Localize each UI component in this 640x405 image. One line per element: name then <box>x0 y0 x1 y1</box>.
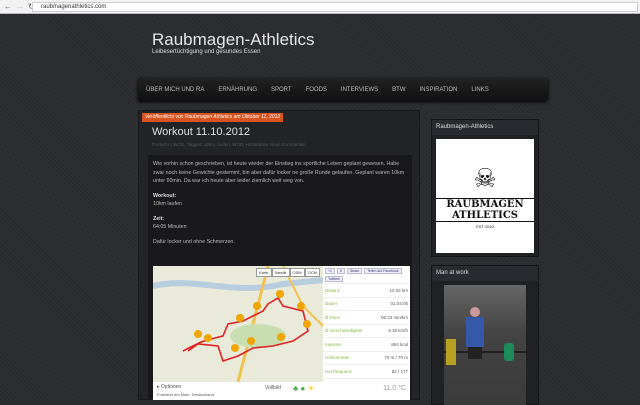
post-title[interactable]: Workout 11.10.2012 <box>152 126 250 138</box>
fullscreen-button[interactable]: Vollbild <box>265 385 281 391</box>
twitter-button[interactable]: Twittern <box>325 276 344 282</box>
workout-value: 10km laufen <box>153 201 182 207</box>
map-footer: ▸ Optionen Vollbild ♣ ● ☀ 11.0 °C Frankf… <box>153 382 410 400</box>
time-label: Zeit: <box>153 215 165 222</box>
route-map[interactable] <box>152 265 324 383</box>
stat-value: 06:23 min/km <box>380 314 408 320</box>
route-stats: +1 0 Share Teilen auf Facebook Twittern … <box>323 266 410 382</box>
deadlift-photo[interactable] <box>444 285 526 405</box>
sun-icon: ☀ <box>307 384 315 393</box>
logo-est: EST 2010 <box>476 224 494 229</box>
location: Frankfurt am Main, Deutschland <box>157 392 214 397</box>
map-drawing <box>152 265 324 383</box>
stat-row: Ø Geschwindigkeit 9.38 km/h <box>323 325 410 338</box>
tab-karte[interactable]: Karte <box>255 268 272 277</box>
logo-text: RAUBMAGEN ATHLETICS <box>436 198 534 222</box>
linkedin-share-button[interactable]: Share <box>346 268 363 274</box>
stat-row: Kalorien 864 kcal <box>323 338 410 352</box>
stat-value: 82 / 177 <box>391 368 408 374</box>
stat-value: 01:04:05 <box>390 301 408 307</box>
stat-row: Herzfrequenz 82 / 177 <box>323 365 410 379</box>
nav-item-ernaehrung[interactable]: ERNÄHRUNG <box>218 87 257 93</box>
time-value: 64:05 Minuten <box>153 224 187 230</box>
options-toggle[interactable]: ▸ Optionen <box>157 384 181 390</box>
forward-icon[interactable]: → <box>16 2 24 11</box>
raubmagen-logo[interactable]: ☠ RAUBMAGEN ATHLETICS EST 2010 <box>436 139 534 253</box>
stat-value: 9.38 km/h <box>388 328 408 334</box>
nav-item-ueber-mich[interactable]: ÜBER MICH UND RA <box>146 87 204 93</box>
sidebar-widget-logo: Raubmagen-Athletics ☠ RAUBMAGEN ATHLETIC… <box>431 119 539 257</box>
options-label: Optionen <box>160 384 182 390</box>
social-buttons: +1 0 Share Teilen auf Facebook Twittern <box>323 266 410 284</box>
nav-item-links[interactable]: LINKS <box>471 87 488 93</box>
facebook-share-button[interactable]: Teilen auf Facebook <box>364 268 402 274</box>
browser-toolbar: ← → ↻ raubmagenathletics.com <box>0 0 640 14</box>
back-icon[interactable]: ← <box>4 2 12 11</box>
stat-label: Ø Geschwindigkeit <box>325 328 363 334</box>
sidebar-widget-photo: Man at work <box>431 265 539 405</box>
address-bar[interactable]: raubmagenathletics.com <box>32 2 638 12</box>
nav-item-btw[interactable]: BTW <box>392 87 405 93</box>
stat-row: Distanz 10.02 km <box>323 284 410 298</box>
nav-item-inspiration[interactable]: INSPIRATION <box>420 87 458 93</box>
post-ribbon: Veröffentlicht von Raubmagen Athletics a… <box>142 113 284 122</box>
nav-item-sport[interactable]: SPORT <box>271 87 292 93</box>
temperature: 11.0 °C <box>383 385 406 392</box>
gplus-count: 0 <box>337 268 345 274</box>
site-tagline: Leibesertüchtigung und gesundes Essen <box>152 49 261 55</box>
tab-osm[interactable]: OSM <box>289 268 305 277</box>
main-nav: ÜBER MICH UND RA ERNÄHRUNG SPORT FOODS I… <box>138 78 548 101</box>
post-intro: Wie vorhin schon geschrieben, ist heute … <box>153 161 405 184</box>
stat-value: 10.02 km <box>389 287 408 293</box>
stat-label: Höhenmeter <box>325 355 350 361</box>
map-type-tabs: Karte Satellit OSM OCM <box>255 268 320 277</box>
stat-row: Dauer 01:04:05 <box>323 298 410 311</box>
tab-satellit[interactable]: Satellit <box>271 268 290 277</box>
activity-icons: ♣ ● ☀ <box>293 384 315 393</box>
widget-title: Man at work <box>432 266 538 281</box>
nav-item-interviews[interactable]: INTERVIEWS <box>341 87 378 93</box>
skull-kettlebell-icon: ☠ <box>473 163 497 193</box>
stat-row: Höhenmeter 70 m / 70 m <box>323 352 410 365</box>
stat-label: Kalorien <box>325 341 342 347</box>
stat-label: Ø Pace <box>325 314 341 320</box>
site-title[interactable]: Raubmagen-Athletics <box>152 30 315 50</box>
post-outro: Dafür locker und ohne Schmerzen. <box>153 238 235 245</box>
stat-value: 70 m / 70 m <box>384 355 408 361</box>
stat-value: 864 kcal <box>391 341 408 347</box>
post-meta: Posted in: WOD. Tagged: 10km, laufen, WO… <box>152 142 305 147</box>
stat-row: Ø Pace 06:23 min/km <box>323 311 410 325</box>
tab-ocm[interactable]: OCM <box>304 268 320 277</box>
workout-label: Workout: <box>153 192 177 199</box>
stat-label: Dauer <box>325 301 338 307</box>
route-widget: Karte Satellit OSM OCM +1 0 Share Teilen… <box>152 265 410 400</box>
stat-label: Herzfrequenz <box>325 368 353 374</box>
gplus-button[interactable]: +1 <box>325 268 335 274</box>
widget-title: Raubmagen-Athletics <box>432 120 538 135</box>
stat-label: Distanz <box>325 287 341 293</box>
nav-item-foods[interactable]: FOODS <box>306 87 327 93</box>
